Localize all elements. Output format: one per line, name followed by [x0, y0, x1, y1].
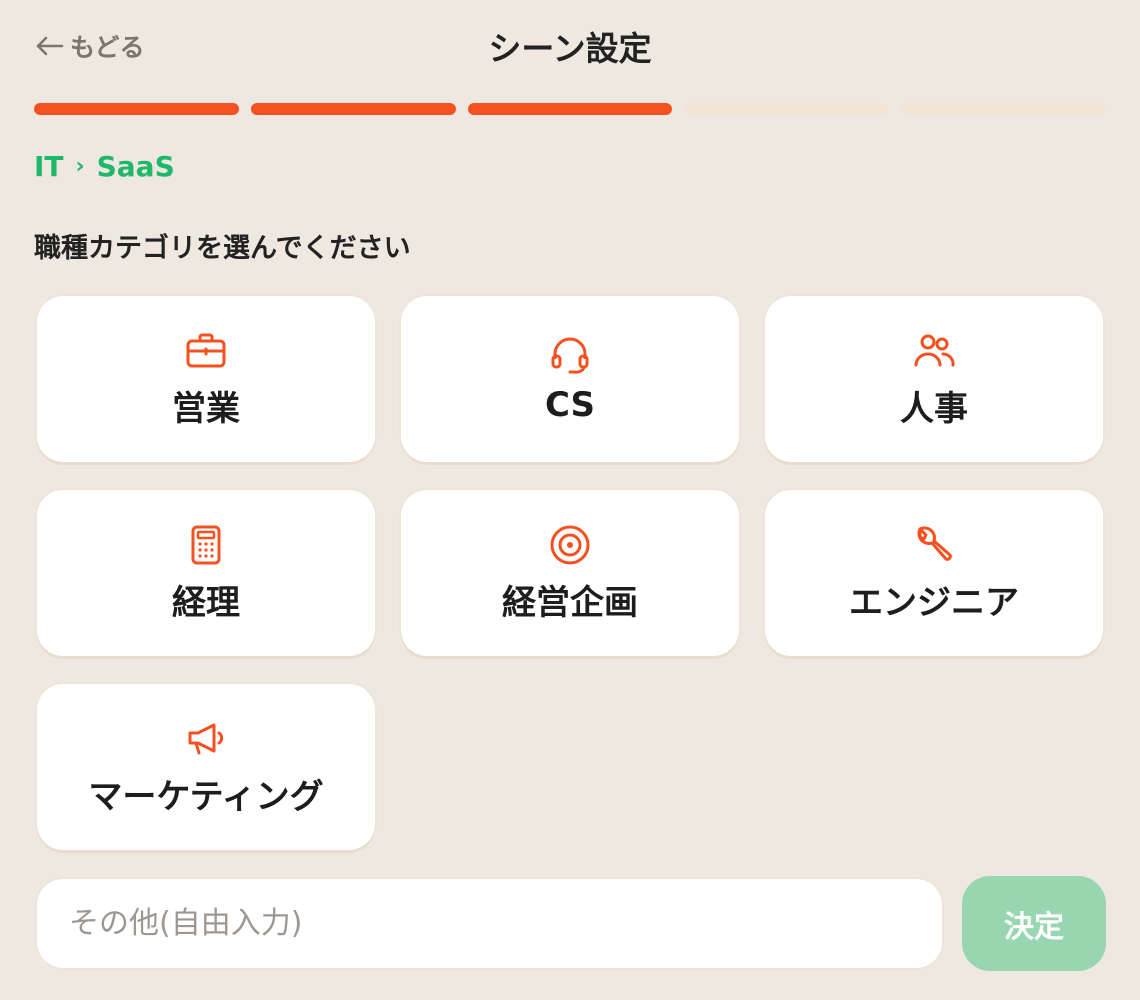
category-label: 経理 — [172, 582, 240, 623]
progress-step-2 — [250, 103, 456, 115]
category-card-hr[interactable]: 人事 — [765, 296, 1103, 462]
calculator-icon — [184, 523, 228, 567]
category-card-planning[interactable]: 経営企画 — [401, 490, 739, 656]
category-label: マーケティング — [88, 776, 324, 817]
other-input-wrapper — [37, 879, 942, 968]
custom-entry-row: 決定 — [37, 876, 1106, 971]
submit-button[interactable]: 決定 — [962, 876, 1106, 971]
breadcrumb-separator: › — [75, 154, 85, 179]
category-label: CS — [544, 385, 596, 425]
target-icon — [548, 523, 592, 567]
category-card-accounting[interactable]: 経理 — [37, 490, 375, 656]
progress-step-1 — [34, 103, 239, 115]
category-label: 人事 — [900, 388, 968, 429]
top-bar: もどる シーン設定 — [0, 0, 1140, 92]
category-label: 営業 — [172, 388, 240, 429]
wrench-icon — [912, 523, 956, 567]
section-prompt: 職種カテゴリを選んでください — [34, 233, 411, 264]
progress-step-3 — [467, 103, 673, 115]
megaphone-icon — [184, 717, 228, 761]
category-label: 経営企画 — [502, 582, 638, 623]
category-label: エンジニア — [849, 582, 1019, 623]
breadcrumb-current: SaaS — [96, 150, 175, 183]
category-card-marketing[interactable]: マーケティング — [37, 684, 375, 850]
breadcrumb: IT › SaaS — [34, 150, 175, 183]
progress-bar — [34, 103, 1106, 115]
category-card-sales[interactable]: 営業 — [37, 296, 375, 462]
category-card-cs[interactable]: CS — [401, 296, 739, 462]
category-card-engineer[interactable]: エンジニア — [765, 490, 1103, 656]
page-title: シーン設定 — [488, 29, 652, 68]
progress-step-4 — [684, 103, 890, 115]
users-icon — [912, 329, 956, 373]
breadcrumb-parent: IT — [34, 150, 64, 183]
other-free-text-input[interactable] — [37, 879, 942, 968]
headset-icon — [548, 333, 592, 377]
briefcase-icon — [184, 329, 228, 373]
category-grid: 営業 CS 人事 経理 経営企画 エンジニア マーケティング — [37, 296, 1103, 850]
progress-step-5 — [901, 103, 1106, 115]
